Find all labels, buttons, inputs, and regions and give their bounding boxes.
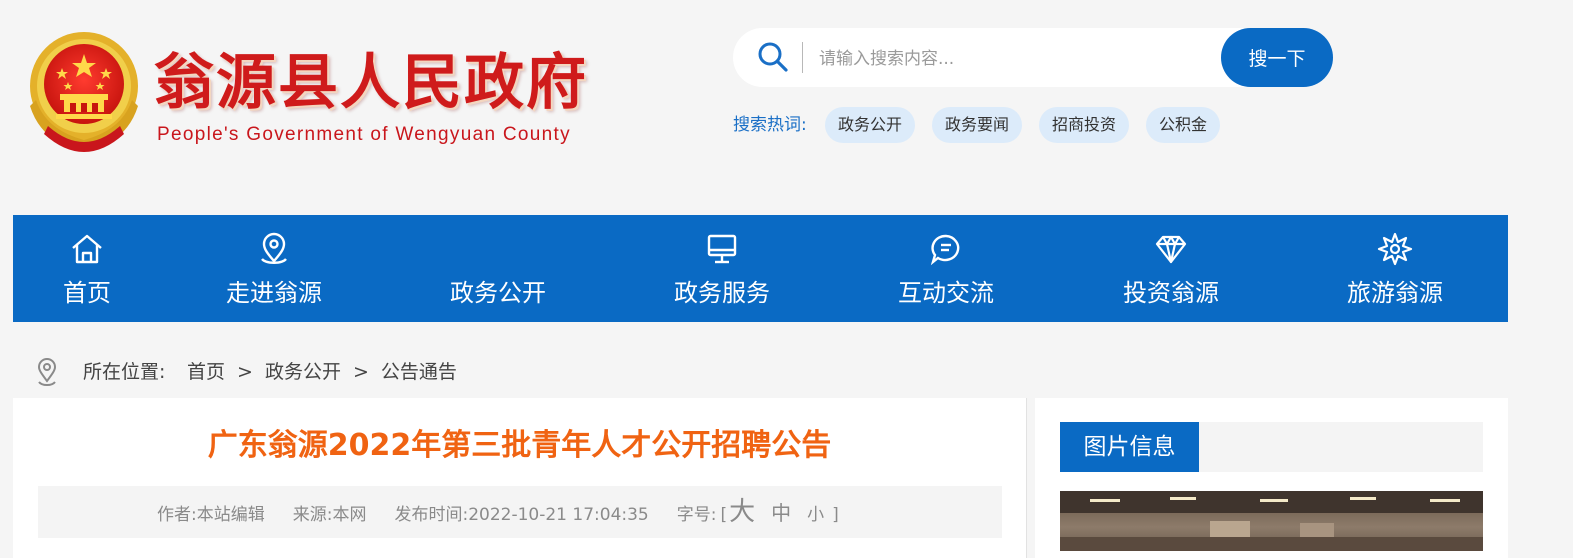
article-title: 广东翁源2022年第三批青年人才公开招聘公告	[207, 428, 832, 463]
search-button[interactable]: 搜一下	[1221, 28, 1333, 87]
home-icon	[69, 231, 105, 267]
article-source: 来源:本网	[292, 505, 367, 525]
hot-tag[interactable]: 政务公开	[825, 107, 916, 143]
breadcrumb-prefix: 所在位置:	[83, 361, 166, 383]
hot-words-list: 政务公开 政务要闻 招商投资 公积金	[825, 107, 1221, 143]
font-size-bracket-open: [	[720, 505, 728, 525]
breadcrumb-home-link[interactable]: 首页	[187, 358, 225, 386]
font-size-large-button[interactable]: 大	[729, 486, 755, 538]
location-pin-icon	[256, 231, 292, 267]
hot-tag[interactable]: 招商投资	[1039, 107, 1130, 143]
site-subtitle: People's Government of Wengyuan County	[157, 124, 571, 145]
nav-item-home[interactable]: 首页	[7, 215, 167, 322]
national-emblem-logo	[26, 30, 142, 152]
nav-item-tourism[interactable]: 旅游翁源	[1315, 215, 1475, 322]
search-divider	[802, 42, 803, 73]
nav-label: 首页	[63, 279, 111, 307]
nav-item-gov-services[interactable]: 政务服务	[642, 215, 802, 322]
nav-label: 互动交流	[898, 279, 994, 307]
font-size-medium-button[interactable]: 中	[771, 487, 791, 539]
search-box: 搜一下	[733, 28, 1333, 87]
flower-icon	[1377, 231, 1413, 267]
search-icon[interactable]	[757, 41, 789, 73]
tab-picture-news[interactable]: 图片信息	[1060, 422, 1199, 472]
article-panel: 广东翁源2022年第三批青年人才公开招聘公告 作者:本站编辑 来源:本网 发布时…	[13, 398, 1027, 558]
hot-tag[interactable]: 公积金	[1146, 107, 1221, 143]
breadcrumb-separator: >	[352, 361, 369, 383]
article-publish-time: 发布时间:2022-10-21 17:04:35	[394, 505, 649, 525]
site-title: 翁源县人民政府	[154, 48, 588, 118]
nav-label: 投资翁源	[1123, 279, 1219, 307]
news-photo[interactable]	[1060, 491, 1483, 551]
main-nav: 首页 走进翁源 政务公开 政务服务 互动交流 投资翁源 旅游翁源	[13, 215, 1508, 322]
font-size-label: 字号:	[676, 505, 717, 525]
hot-tag[interactable]: 政务要闻	[932, 107, 1023, 143]
article-author: 作者:本站编辑	[157, 505, 265, 525]
breadcrumb-notices-link[interactable]: 公告通告	[381, 358, 457, 386]
nav-item-about[interactable]: 走进翁源	[194, 215, 354, 322]
search-input[interactable]	[817, 38, 1201, 79]
breadcrumb-gov-affairs-link[interactable]: 政务公开	[265, 358, 341, 386]
nav-label: 政务公开	[450, 279, 546, 307]
monitor-icon	[704, 231, 740, 267]
side-panel: 图片信息	[1035, 398, 1508, 558]
nav-label: 旅游翁源	[1347, 279, 1443, 307]
nav-item-gov-affairs[interactable]: 政务公开	[418, 215, 578, 322]
hot-words-label: 搜索热词:	[733, 115, 807, 135]
font-size-bracket-close: ]	[832, 505, 839, 525]
diamond-icon	[1153, 231, 1189, 267]
nav-item-interaction[interactable]: 互动交流	[866, 215, 1026, 322]
breadcrumb-separator: >	[237, 361, 253, 383]
nav-item-investment[interactable]: 投资翁源	[1091, 215, 1251, 322]
article-meta-bar: 作者:本站编辑 来源:本网 发布时间:2022-10-21 17:04:35 字…	[38, 486, 1002, 538]
nav-label: 走进翁源	[226, 279, 322, 307]
nav-label: 政务服务	[674, 279, 770, 307]
side-panel-header: 图片信息	[1060, 422, 1483, 472]
chat-bubble-icon	[928, 231, 964, 267]
font-size-small-button[interactable]: 小	[807, 489, 824, 541]
location-pin-icon	[36, 357, 58, 387]
